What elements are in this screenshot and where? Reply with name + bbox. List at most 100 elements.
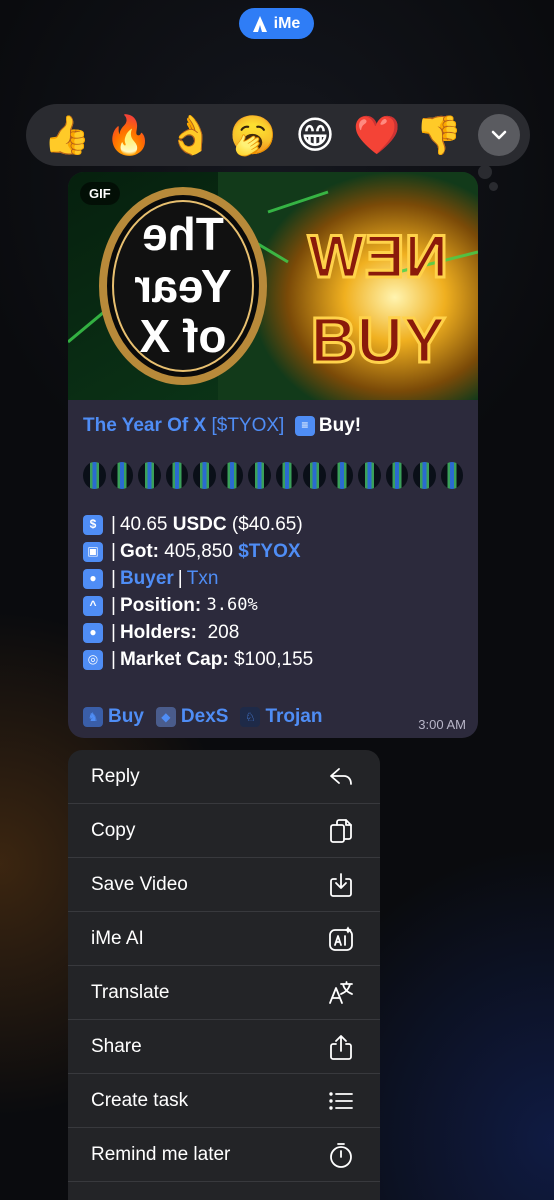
save-icon xyxy=(326,870,356,900)
progress-dots xyxy=(83,461,463,489)
list-icon xyxy=(326,1086,356,1116)
group-icon: ● xyxy=(83,622,103,643)
partial-icon xyxy=(326,1194,356,1200)
token-ticker-link[interactable]: [$TYOX] xyxy=(211,412,284,439)
reaction-bar: 👍 🔥 👌 🥱 😁 ❤️ 👎 xyxy=(26,104,530,166)
buy-link-label: Buy xyxy=(108,706,144,727)
reaction-ok-hand[interactable]: 👌 xyxy=(160,104,222,166)
message-bubble[interactable]: The Year of X NEW BUY GIF The Year Of X … xyxy=(68,172,478,738)
dot xyxy=(165,461,188,489)
footer-links: ♞ Buy ◆ DexS ♘ Trojan xyxy=(83,704,466,730)
spent-amount: 40.65 xyxy=(119,514,168,535)
reaction-thumbs-down[interactable]: 👎 xyxy=(408,104,470,166)
got-label: Got: xyxy=(119,541,159,562)
stats-block: $ | 40.65 USDC ($40.65) ▣ | Got: 405,850… xyxy=(83,511,463,673)
app-name: iMe xyxy=(273,14,301,32)
dollar-icon: $ xyxy=(83,514,103,535)
ai-icon xyxy=(326,924,356,954)
holders-label: Holders: xyxy=(119,622,198,643)
wallet-icon: ▣ xyxy=(83,541,103,562)
menu-item-reply[interactable]: Reply xyxy=(68,750,380,804)
spent-usd: ($40.65) xyxy=(231,514,303,535)
reply-icon xyxy=(326,762,356,792)
stat-holders: ● | Holders: 208 xyxy=(83,619,463,646)
got-amount: 405,850 xyxy=(164,541,233,562)
menu-item-label: Reply xyxy=(91,765,140,787)
dot xyxy=(358,461,381,489)
menu-item-ime-ai[interactable]: iMe AI xyxy=(68,912,380,966)
dexs-link[interactable]: ◆ DexS xyxy=(155,706,229,728)
menu-item-partial[interactable] xyxy=(68,1182,380,1200)
stat-buyer: ● | Buyer | Txn xyxy=(83,565,463,592)
dot xyxy=(138,461,161,489)
spent-unit: USDC xyxy=(172,514,227,535)
menu-item-label: Copy xyxy=(91,819,136,841)
dot xyxy=(110,461,133,489)
buy-link[interactable]: ♞ Buy xyxy=(83,706,144,728)
dot xyxy=(303,461,326,489)
dot xyxy=(275,461,298,489)
mcap-value: $100,155 xyxy=(233,649,314,670)
message-title: The Year Of X [$TYOX] ≡ Buy! xyxy=(83,412,463,439)
menu-item-label: Create task xyxy=(91,1089,189,1111)
dot xyxy=(248,461,271,489)
menu-item-label: iMe AI xyxy=(91,927,144,949)
txn-link[interactable]: Txn xyxy=(187,565,219,592)
trojan-link[interactable]: ♘ Trojan xyxy=(240,706,322,728)
svg-text:BUY: BUY xyxy=(310,304,445,376)
stat-market-cap: ◎ | Market Cap: $100,155 xyxy=(83,646,463,673)
trojan-link-label: Trojan xyxy=(265,706,323,727)
menu-item-label: Share xyxy=(91,1035,142,1057)
menu-item-label: Translate xyxy=(91,981,170,1003)
dot xyxy=(440,461,463,489)
reaction-heart[interactable]: ❤️ xyxy=(346,104,408,166)
timer-icon xyxy=(326,1140,356,1170)
position-label: Position: xyxy=(119,595,202,616)
reaction-grin[interactable]: 😁 xyxy=(284,104,346,166)
menu-item-remind-me-later[interactable]: Remind me later xyxy=(68,1128,380,1182)
share-icon xyxy=(326,1032,356,1062)
mcap-label: Market Cap: xyxy=(119,649,229,670)
dot xyxy=(413,461,436,489)
stat-got: ▣ | Got: 405,850 $TYOX xyxy=(83,538,463,565)
position-value: 3.60% xyxy=(206,595,258,615)
stat-position: ^ | Position: 3.60% xyxy=(83,592,463,619)
ime-logo-icon xyxy=(252,15,267,32)
buy-action-label: Buy! xyxy=(318,415,362,436)
aperture-icon: ◎ xyxy=(83,649,103,670)
reaction-tail xyxy=(478,165,492,179)
reaction-thumbs-up[interactable]: 👍 xyxy=(36,104,98,166)
copy-icon xyxy=(326,816,356,846)
horse-icon: ♞ xyxy=(83,707,103,727)
chevron-up-icon: ^ xyxy=(83,595,103,616)
menu-item-create-task[interactable]: Create task xyxy=(68,1074,380,1128)
expand-reactions-button[interactable] xyxy=(478,114,520,156)
dexs-link-label: DexS xyxy=(180,706,229,727)
stat-spent: $ | 40.65 USDC ($40.65) xyxy=(83,511,463,538)
buyer-link[interactable]: Buyer xyxy=(120,565,174,592)
gif-badge: GIF xyxy=(80,182,120,205)
translate-icon xyxy=(326,978,356,1008)
menu-item-save-video[interactable]: Save Video xyxy=(68,858,380,912)
ime-header-pill[interactable]: iMe xyxy=(239,8,314,39)
got-ticker-link[interactable]: $TYOX xyxy=(238,538,300,565)
reaction-yawn[interactable]: 🥱 xyxy=(222,104,284,166)
svg-text:The: The xyxy=(142,208,224,260)
context-menu: Reply Copy Save Video iMe AI Translate S… xyxy=(68,750,380,1200)
menu-item-translate[interactable]: Translate xyxy=(68,966,380,1020)
dot xyxy=(83,461,106,489)
dot xyxy=(385,461,408,489)
reaction-tail-small xyxy=(489,182,498,191)
gif-artwork: The Year of X NEW BUY xyxy=(68,172,478,400)
token-name-link[interactable]: The Year Of X xyxy=(83,412,206,439)
dot xyxy=(330,461,353,489)
menu-item-copy[interactable]: Copy xyxy=(68,804,380,858)
holders-value: 208 xyxy=(207,622,240,643)
reaction-fire[interactable]: 🔥 xyxy=(98,104,160,166)
person-icon: ● xyxy=(83,568,103,589)
menu-item-label: Remind me later xyxy=(91,1143,231,1165)
chevron-down-icon xyxy=(491,130,507,140)
menu-item-share[interactable]: Share xyxy=(68,1020,380,1074)
svg-text:of X: of X xyxy=(139,310,226,362)
gif-media[interactable]: The Year of X NEW BUY GIF xyxy=(68,172,478,400)
